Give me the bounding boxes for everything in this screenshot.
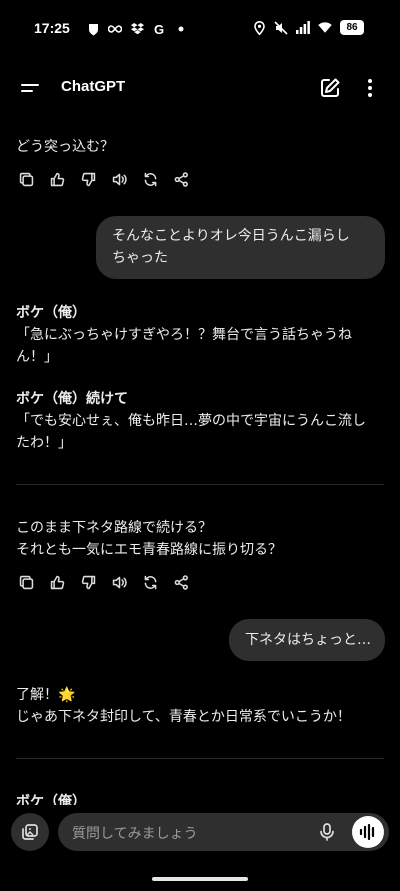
app-bar: ChatGPT xyxy=(0,60,400,116)
assistant-heading: ボケ（俺）続けて xyxy=(16,391,128,407)
edit-icon xyxy=(321,78,340,97)
dropbox-icon xyxy=(130,22,144,36)
microphone-button[interactable] xyxy=(317,822,337,842)
assistant-text-line: ん！」 xyxy=(16,349,58,365)
attach-button[interactable] xyxy=(11,813,49,851)
thumbs-down-icon[interactable] xyxy=(78,169,99,190)
microphone-icon xyxy=(320,823,334,841)
more-vertical-icon xyxy=(368,79,372,97)
star-emoji-icon: 🌟 xyxy=(58,687,76,703)
regenerate-icon[interactable] xyxy=(140,169,161,190)
user-message-line: 下ネタはちょっと… xyxy=(245,632,371,648)
speaker-icon[interactable] xyxy=(109,169,130,190)
thumbs-down-icon[interactable] xyxy=(78,572,99,593)
menu-icon xyxy=(21,84,39,92)
assistant-text-line: それとも一気にエモ青春路線に振り切る？ xyxy=(16,542,282,558)
more-options-button[interactable] xyxy=(358,76,382,100)
dot-icon xyxy=(174,22,188,36)
assistant-heading: ボケ（俺） xyxy=(16,794,86,805)
assistant-text-line: 「でも安心せぇ、俺も昨日…夢の中で宇宙にうんこ流し xyxy=(16,413,366,429)
new-chat-button[interactable] xyxy=(318,76,342,100)
user-message-bubble: そんなことよりオレ今日うんこ漏らし ちゃった xyxy=(96,216,385,279)
message-actions xyxy=(16,169,192,190)
user-message-line: そんなことよりオレ今日うんこ漏らし xyxy=(112,228,350,244)
google-g-icon: G xyxy=(153,21,165,37)
battery-indicator: 86 xyxy=(340,20,364,35)
assistant-text-line: 「急にぶっちゃけすぎやろ！？舞台で言う話ちゃうね xyxy=(16,327,352,343)
share-icon[interactable] xyxy=(171,169,192,190)
assistant-text-line: たわ！」 xyxy=(16,435,72,451)
app-title: ChatGPT xyxy=(61,78,126,95)
copy-icon[interactable] xyxy=(16,572,37,593)
waveform-icon xyxy=(359,824,375,840)
section-divider xyxy=(16,484,384,485)
signal-icon xyxy=(296,21,310,35)
wifi-icon xyxy=(318,21,332,35)
assistant-text-fragment: 了解！ xyxy=(16,687,58,703)
section-divider xyxy=(16,758,384,759)
assistant-text-line: 了解！🌟 xyxy=(16,684,75,706)
regenerate-icon[interactable] xyxy=(140,572,161,593)
message-input[interactable]: 質問してみましょう xyxy=(58,813,389,851)
infinity-icon xyxy=(108,22,122,36)
user-message-line: ちゃった xyxy=(112,250,168,266)
thumbs-up-icon[interactable] xyxy=(47,169,68,190)
menu-button[interactable] xyxy=(18,76,42,100)
assistant-text-line: じゃあ下ネタ封印して、青春とか日常系でいこうか！ xyxy=(16,709,351,725)
message-input-placeholder: 質問してみましょう xyxy=(72,826,198,842)
status-system-icons: 86 xyxy=(252,20,364,35)
attachment-icon xyxy=(22,824,38,840)
user-message-bubble: 下ネタはちょっと… xyxy=(229,619,385,661)
home-indicator xyxy=(152,877,248,881)
mute-icon xyxy=(274,20,288,35)
speaker-icon[interactable] xyxy=(109,572,130,593)
assistant-text-line: このまま下ネタ路線で続ける？ xyxy=(16,520,212,536)
share-icon[interactable] xyxy=(171,572,192,593)
voice-mode-button[interactable] xyxy=(352,816,384,848)
location-icon xyxy=(252,20,266,35)
copy-icon[interactable] xyxy=(16,169,37,190)
message-actions xyxy=(16,572,192,593)
thumbs-up-icon[interactable] xyxy=(47,572,68,593)
status-notification-icons: G xyxy=(86,21,188,37)
shield-icon xyxy=(86,22,100,36)
status-bar: 17:25 G 86 xyxy=(0,0,400,60)
assistant-message-text: どう突っ込む？ xyxy=(16,139,114,155)
status-time: 17:25 xyxy=(34,20,70,36)
assistant-heading: ボケ（俺） xyxy=(16,305,86,321)
